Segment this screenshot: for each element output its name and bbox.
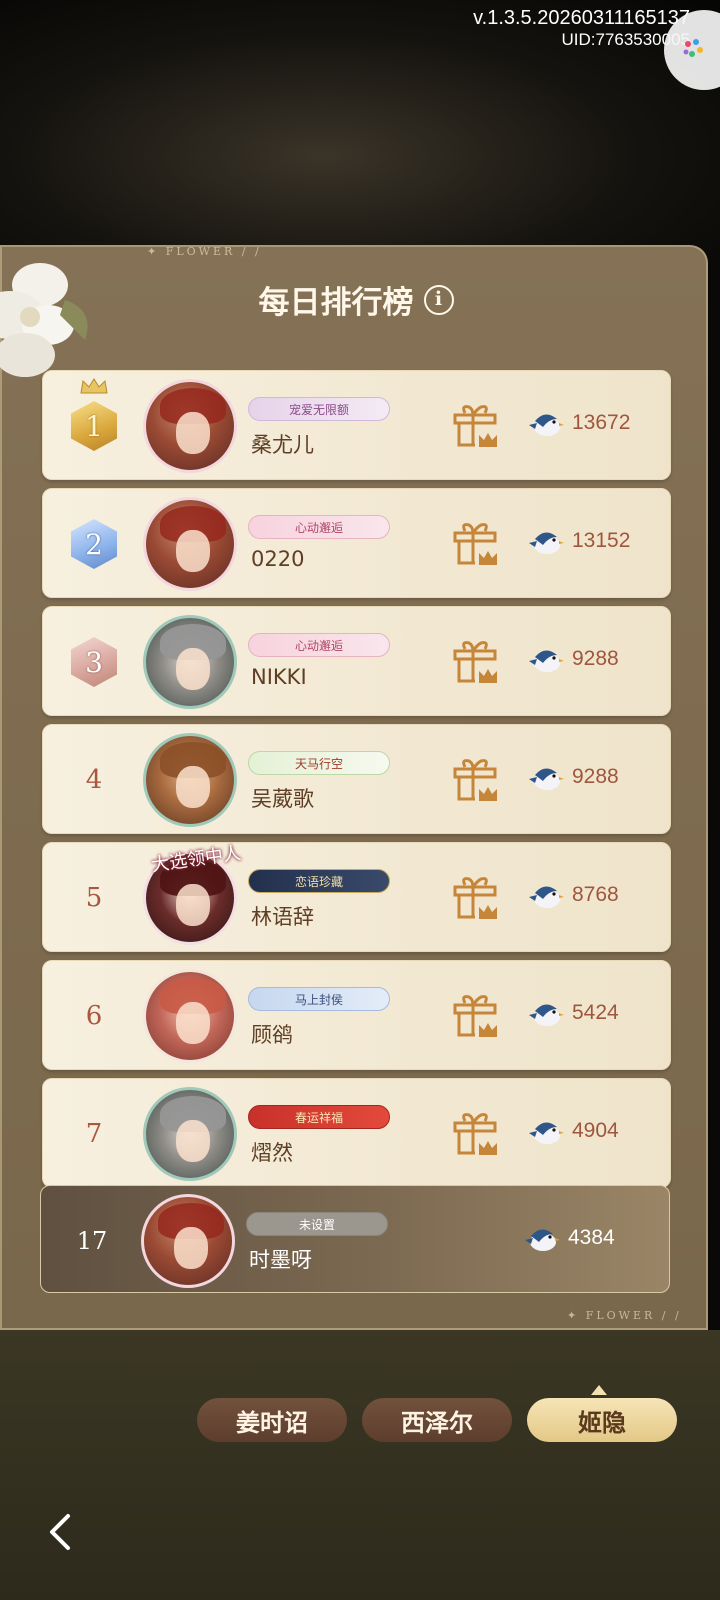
title-badge: 春运祥福 (248, 1105, 390, 1129)
score-value: 9288 (572, 647, 619, 670)
active-tab-indicator (591, 1385, 607, 1395)
back-chevron-icon[interactable] (40, 1510, 84, 1554)
bird-icon (529, 1004, 564, 1026)
player-name: 吴葳歌 (251, 787, 314, 811)
score-value: 13152 (572, 529, 631, 552)
rank-number: 17 (76, 1227, 108, 1255)
ranking-row[interactable]: 5 大选领中人 恋语珍藏 林语辞 8768 (42, 842, 671, 952)
avatar[interactable] (143, 1087, 237, 1181)
avatar[interactable] (143, 497, 237, 591)
rank-number: 7 (85, 1119, 103, 1149)
score-value: 4904 (572, 1119, 619, 1142)
title-badge: 马上封侯 (248, 987, 390, 1011)
rank-number: 4 (85, 765, 103, 795)
gift-crown-icon[interactable] (451, 521, 499, 567)
score-value: 13672 (572, 411, 631, 434)
avatar-face (176, 648, 210, 690)
uid-label: UID:7763530005 (561, 30, 690, 49)
avatar[interactable] (141, 1194, 235, 1288)
title-badge: 天马行空 (248, 751, 390, 775)
title-badge: 心动邂逅 (248, 633, 390, 657)
player-name: 0220 (251, 547, 305, 571)
avatar-face (176, 1120, 210, 1162)
bird-icon (529, 768, 564, 790)
gift-crown-icon[interactable] (451, 757, 499, 803)
version-info: v.1.3.5.20260311165137 UID:7763530005 (473, 6, 690, 50)
ranking-row[interactable]: 4 天马行空吴葳歌 9288 (42, 724, 671, 834)
title-badge: 恋语珍藏 (248, 869, 390, 893)
ranking-row[interactable]: 7 春运祥福熠然 4904 (42, 1078, 671, 1188)
gift-crown-icon[interactable] (451, 875, 499, 921)
tab-jiang-shizhao[interactable]: 姜时诏 (197, 1398, 347, 1442)
player-name: 桑尤儿 (251, 433, 314, 457)
rank-number: 3 (65, 633, 123, 691)
title-badge: 未设置 (246, 1212, 388, 1236)
daily-ranking-panel: ✦ FLOWER / / ✦ FLOWER / / 每日排行榜 i 1 宠爱无限额… (0, 245, 708, 1330)
score-value: 4384 (568, 1226, 615, 1249)
bird-icon (525, 1229, 560, 1251)
bird-icon (529, 532, 564, 554)
ranking-row[interactable]: 2 心动邂逅 0220 13152 (42, 488, 671, 598)
ranking-row[interactable]: 3 心动邂逅 NIKKI 9288 (42, 606, 671, 716)
avatar[interactable] (143, 379, 237, 473)
gift-crown-icon[interactable] (451, 639, 499, 685)
score-value: 9288 (572, 765, 619, 788)
pinwheel-icon (683, 39, 703, 57)
my-rank-row: 17 未设置 时墨呀 4384 (40, 1185, 670, 1293)
rank-number: 2 (65, 515, 123, 573)
gift-crown-icon[interactable] (451, 403, 499, 449)
gift-crown-icon[interactable] (451, 993, 499, 1039)
score-value: 8768 (572, 883, 619, 906)
score-value: 5424 (572, 1001, 619, 1024)
gift-crown-icon[interactable] (451, 1111, 499, 1157)
title-badge: 心动邂逅 (248, 515, 390, 539)
bird-icon (529, 886, 564, 908)
bird-icon (529, 414, 564, 436)
avatar-face (174, 1227, 208, 1269)
player-name: 林语辞 (251, 905, 314, 929)
background-bottom (0, 1330, 720, 1600)
avatar-face (176, 1002, 210, 1044)
title-badge: 宠爱无限额 (248, 397, 390, 421)
ranking-list: 1 宠爱无限额 桑尤儿 13672 2 心动邂逅 0220 13152 3 心动邂逅 NIKKI 92… (2, 247, 706, 1328)
avatar-face (176, 412, 210, 454)
rank-number: 5 (85, 883, 103, 913)
player-name: NIKKI (251, 665, 307, 689)
avatar[interactable] (143, 615, 237, 709)
bird-icon (529, 650, 564, 672)
player-name: 顾鹆 (251, 1023, 293, 1047)
avatar-face (176, 530, 210, 572)
avatar[interactable] (143, 733, 237, 827)
avatar-face (176, 884, 210, 926)
tab-xi-zeer[interactable]: 西泽尔 (362, 1398, 512, 1442)
rank-medal-badge: 2 (71, 519, 117, 569)
version-label: v.1.3.5.20260311165137 (473, 7, 690, 29)
player-name: 熠然 (251, 1141, 293, 1165)
bird-icon (529, 1122, 564, 1144)
tab-ji-yin[interactable]: 姬隐 (527, 1398, 677, 1442)
gardenia-flower-decoration (0, 263, 88, 377)
player-name: 时墨呀 (249, 1248, 312, 1272)
rank-number: 6 (85, 1001, 103, 1031)
ranking-row[interactable]: 6 马上封侯顾鹆 5424 (42, 960, 671, 1070)
ranking-row[interactable]: 1 宠爱无限额 桑尤儿 13672 (42, 370, 671, 480)
avatar-face (176, 766, 210, 808)
rank-medal-badge: 3 (71, 637, 117, 687)
avatar[interactable] (143, 969, 237, 1063)
